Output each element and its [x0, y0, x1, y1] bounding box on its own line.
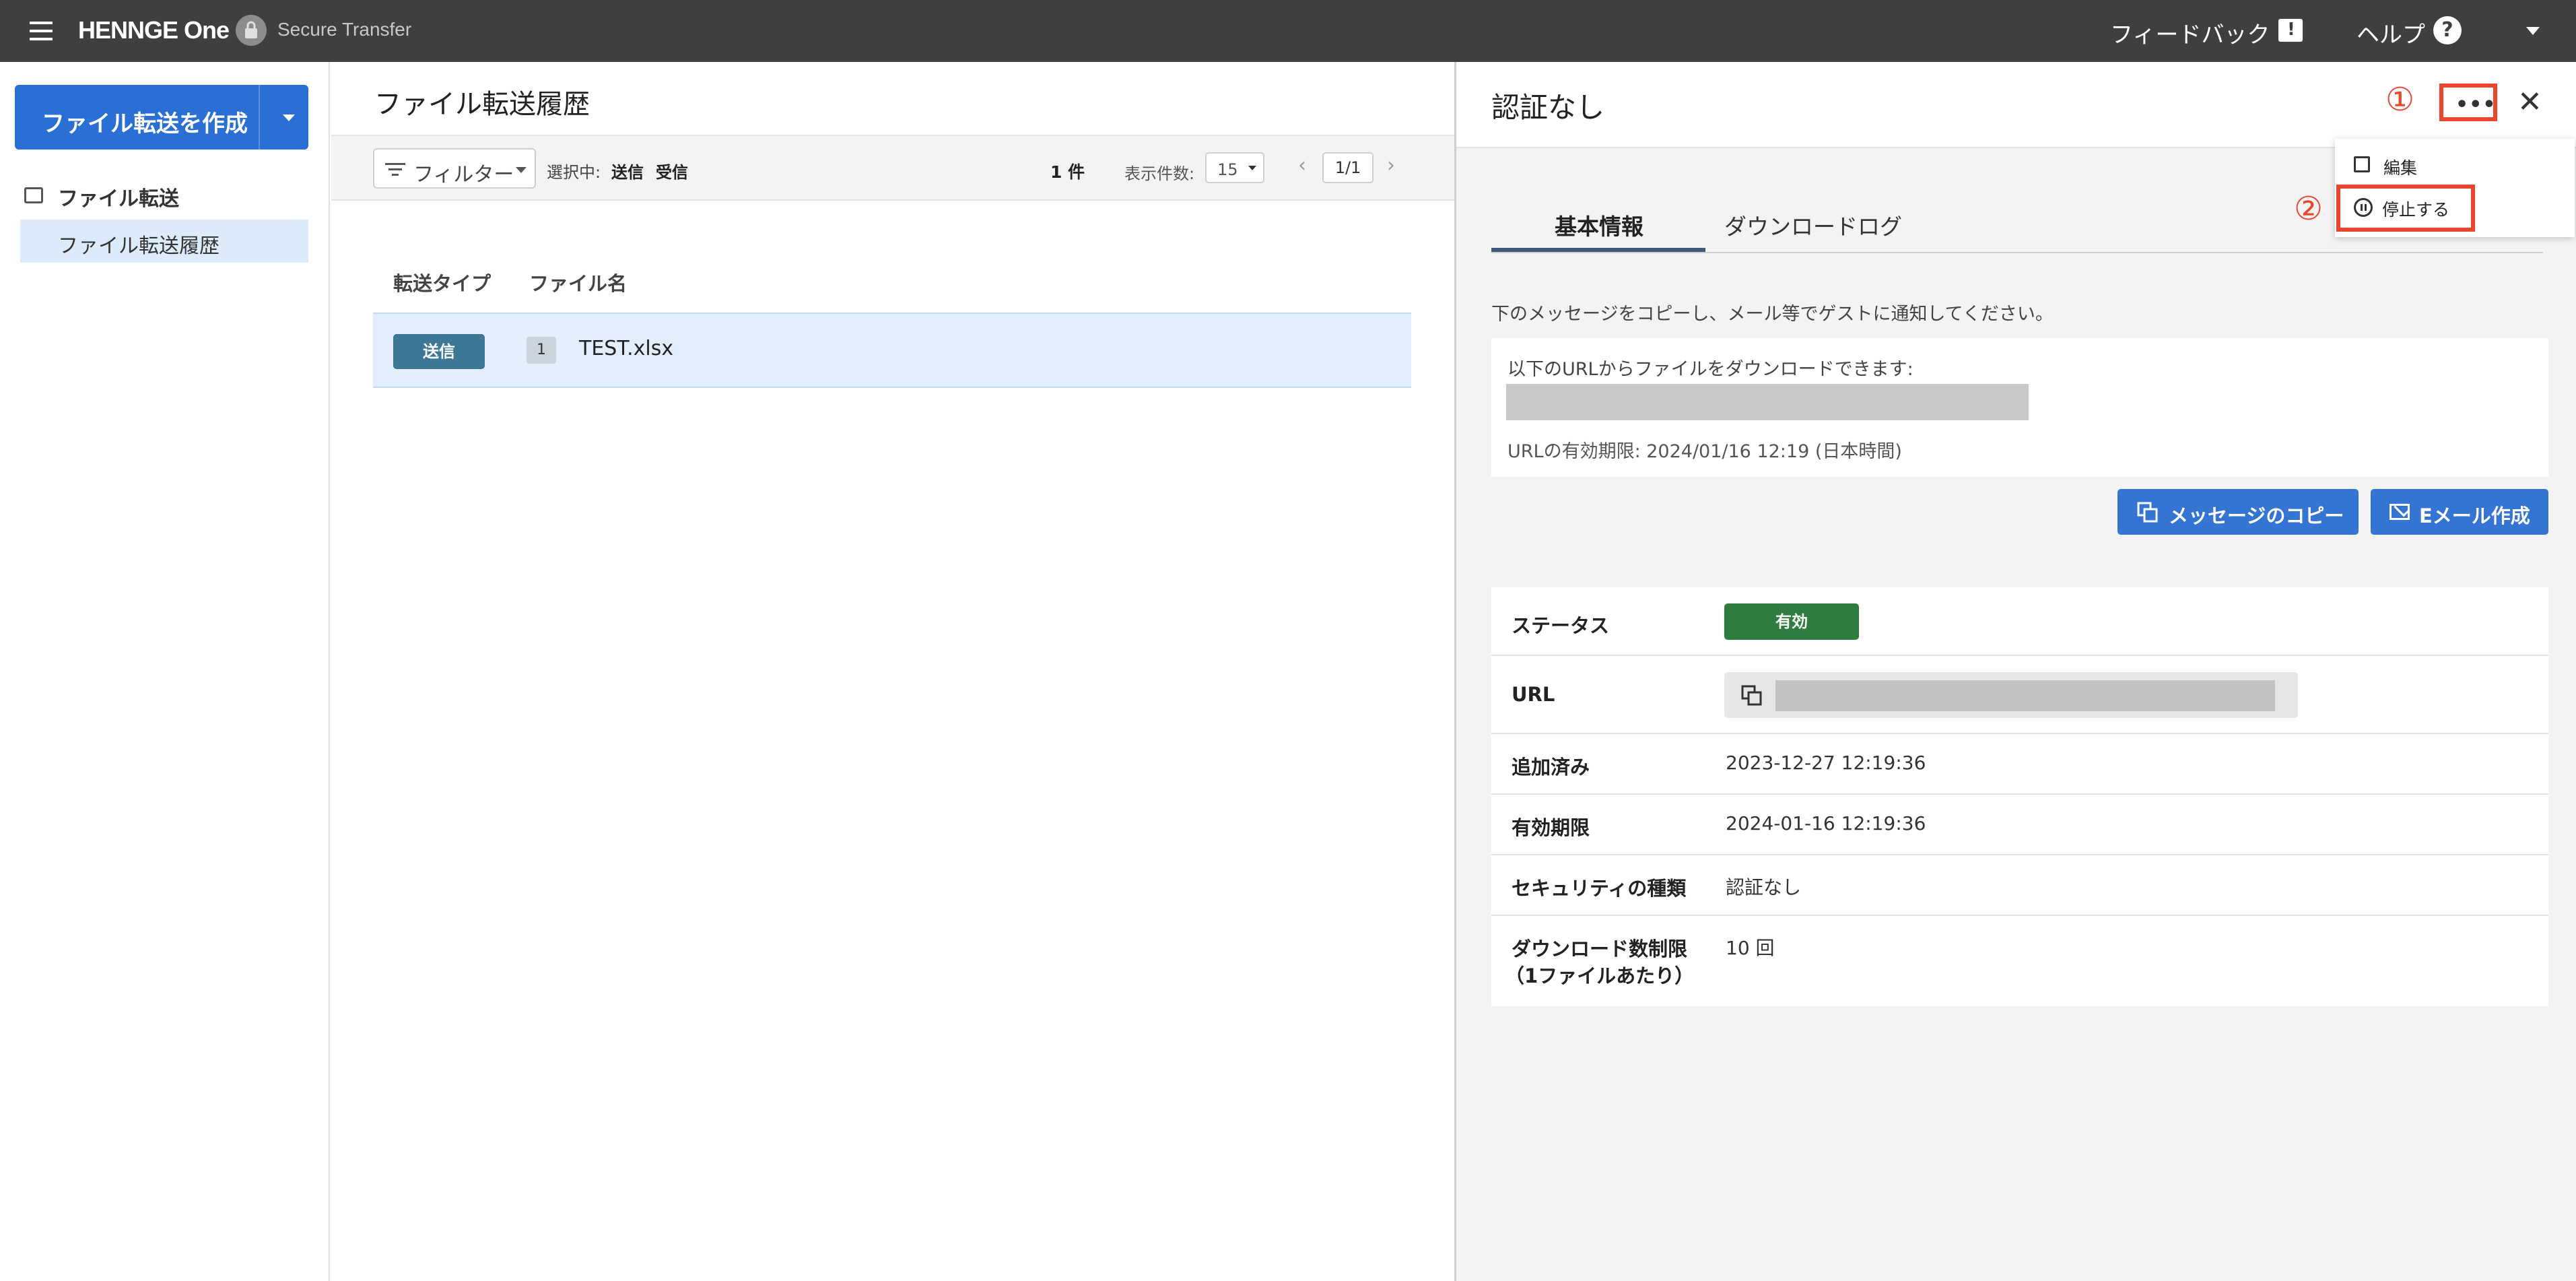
product-logo: HENNGE One [78, 16, 230, 44]
info-row-expiry: 有効期限 2024-01-16 12:19:36 [1491, 795, 2548, 855]
page-title: ファイル転送履歴 [374, 89, 590, 120]
selected-value-send: 送信 [611, 163, 644, 182]
more-actions-menu: 編集 停止する [2335, 139, 2575, 237]
pause-icon [2354, 198, 2373, 217]
filter-button[interactable]: フィルター [373, 148, 536, 189]
per-page-value: 15 [1217, 160, 1238, 179]
info-value: 認証なし [1726, 876, 1802, 898]
filter-label: フィルター [413, 163, 514, 187]
copy-icon [2137, 502, 2158, 523]
more-actions-button[interactable]: ••• [2439, 84, 2497, 121]
create-dropdown-caret-icon[interactable] [283, 114, 295, 121]
menu-icon[interactable] [30, 22, 53, 40]
create-transfer-button[interactable]: ファイル転送を作成 [15, 85, 308, 150]
compose-email-label: Eメール作成 [2419, 504, 2530, 527]
file-name: TEST.xlsx [579, 337, 674, 360]
info-value: 2024-01-16 12:19:36 [1726, 812, 1926, 834]
top-bar: HENNGE One Secure Transfer フィードバック ヘルプ ? [0, 0, 2576, 62]
chevron-right-icon[interactable]: › [1387, 154, 1395, 177]
message-expiry: URLの有効期限: 2024/01/16 12:19 (日本時間) [1507, 441, 1902, 462]
tab-label: 基本情報 [1555, 214, 1643, 240]
compose-email-button[interactable]: Eメール作成 [2371, 489, 2548, 535]
info-label: 追加済み [1512, 756, 1590, 779]
sidebar-item-label: ファイル転送履歴 [58, 234, 219, 258]
per-page-select[interactable]: 15 [1205, 152, 1264, 183]
tab-divider [1491, 252, 2543, 253]
calendar-icon [24, 187, 43, 203]
button-divider [259, 85, 260, 150]
list-toolbar: フィルター 選択中: 送信 受信 1 件 表示件数: 15 ‹ 1/1 › [331, 135, 1454, 201]
edit-icon [2354, 156, 2370, 172]
file-count-badge: 1 [527, 337, 556, 364]
help-icon[interactable]: ? [2433, 16, 2462, 44]
info-row-download-limit: ダウンロード数制限 （1ファイルあたり） 10 回 [1491, 916, 2548, 1006]
more-horizontal-icon: ••• [2455, 93, 2497, 117]
feedback-link[interactable]: フィードバック [2110, 16, 2270, 49]
selected-label: 選択中: [547, 163, 601, 182]
detail-header: 認証なし ① ••• ✕ [1456, 62, 2576, 148]
menu-item-label: 停止する [2382, 200, 2450, 220]
mail-icon [2389, 504, 2410, 520]
page-indicator[interactable]: 1/1 [1322, 152, 1374, 183]
url-copy-field[interactable] [1724, 672, 2298, 718]
help-link[interactable]: ヘルプ [2357, 16, 2425, 49]
menu-item-edit[interactable]: 編集 [2335, 148, 2575, 182]
feedback-icon[interactable] [2278, 19, 2303, 42]
sidebar-item-transfer-history[interactable]: ファイル転送履歴 [20, 220, 308, 263]
info-value: 10 回 [1726, 937, 1775, 959]
copy-icon[interactable] [1740, 684, 1763, 707]
status-badge: 有効 [1724, 603, 1859, 640]
info-label: セキュリティの種類 [1512, 877, 1687, 900]
user-menu-caret-icon[interactable] [2526, 27, 2540, 35]
copy-message-button[interactable]: メッセージのコピー [2117, 489, 2359, 535]
message-text: 以下のURLからファイルをダウンロードできます: [1507, 359, 1913, 380]
redacted-url [1506, 384, 2029, 420]
annotation-marker-1: ① [2385, 81, 2415, 119]
copy-message-label: メッセージのコピー [2169, 504, 2344, 527]
menu-item-stop[interactable]: 停止する [2336, 185, 2475, 232]
table-row[interactable]: 送信 1 TEST.xlsx [373, 313, 1411, 388]
tab-basic-info[interactable]: 基本情報 [1491, 197, 1705, 252]
info-table: ステータス 有効 URL 追加済み 2023-12-27 12:19:36 有効… [1491, 587, 2548, 1006]
menu-item-label: 編集 [2383, 158, 2418, 178]
selected-value-receive: 受信 [656, 163, 688, 182]
transfer-type-badge: 送信 [393, 334, 485, 369]
filter-icon [385, 163, 405, 176]
result-count: 1 件 [1050, 162, 1085, 182]
secure-transfer-icon [236, 15, 267, 46]
info-row-security: セキュリティの種類 認証なし [1491, 855, 2548, 916]
info-label: ステータス [1512, 614, 1610, 637]
create-transfer-label: ファイル転送を作成 [42, 110, 248, 137]
close-icon[interactable]: ✕ [2517, 85, 2542, 119]
info-row-url: URL [1491, 656, 2548, 734]
info-label: ダウンロード数制限 [1512, 938, 1688, 960]
info-label: URL [1512, 683, 1555, 706]
info-label: 有効期限 [1512, 816, 1590, 839]
detail-panel: 認証なし ① ••• ✕ ② 基本情報 ダウンロードログ 下のメッセージをコピー… [1454, 62, 2576, 1281]
tab-download-log[interactable]: ダウンロードログ [1724, 209, 1902, 241]
column-header-file-name: ファイル名 [529, 272, 628, 295]
detail-title: 認証なし [1491, 91, 1605, 124]
nav-group-file-transfer[interactable]: ファイル転送 [58, 182, 179, 211]
chevron-left-icon[interactable]: ‹ [1298, 154, 1306, 177]
info-value: 2023-12-27 12:19:36 [1726, 752, 1926, 774]
sidebar: ファイル転送を作成 ファイル転送 ファイル転送履歴 [0, 62, 330, 1281]
chevron-down-icon [1248, 166, 1256, 170]
info-row-added: 追加済み 2023-12-27 12:19:36 [1491, 734, 2548, 795]
chevron-down-icon [516, 167, 527, 173]
app-name: Secure Transfer [277, 19, 412, 40]
info-row-status: ステータス 有効 [1491, 587, 2548, 656]
redacted-url [1775, 680, 2275, 711]
guide-text: 下のメッセージをコピーし、メール等でゲストに通知してください。 [1491, 304, 2054, 325]
message-box: 以下のURLからファイルをダウンロードできます: URLの有効期限: 2024/… [1491, 338, 2548, 477]
per-page-label: 表示件数: [1124, 164, 1195, 183]
column-header-type: 転送タイプ [393, 272, 492, 295]
transfer-list-panel: ファイル転送履歴 フィルター 選択中: 送信 受信 1 件 表示件数: 15 ‹… [331, 62, 1454, 1281]
info-label: （1ファイルあたり） [1505, 964, 1695, 987]
annotation-marker-2: ② [2294, 190, 2324, 228]
